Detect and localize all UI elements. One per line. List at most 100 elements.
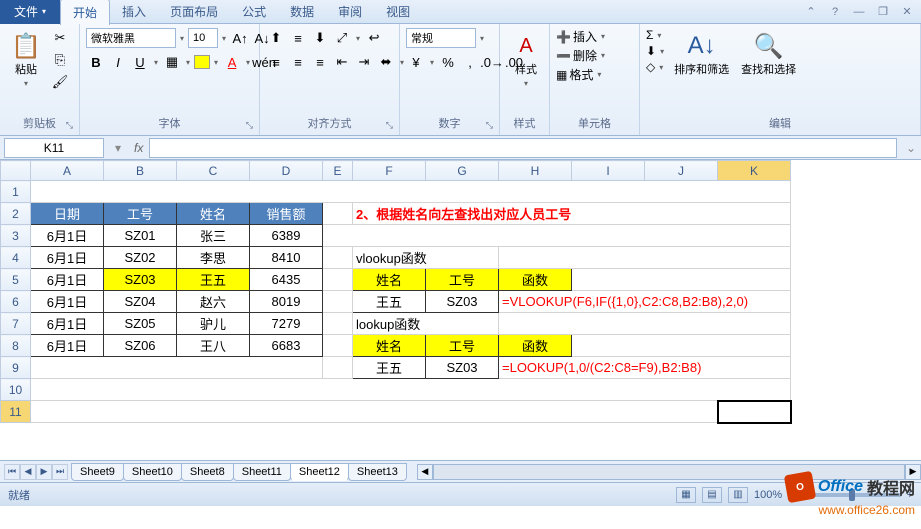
chevron-down-icon[interactable]: ▾	[212, 58, 220, 67]
find-select-button[interactable]: 🔍 查找和选择	[737, 28, 800, 79]
cell[interactable]: 6683	[250, 335, 323, 357]
select-all-button[interactable]	[1, 161, 31, 181]
dialog-launcher-icon[interactable]: ⤡	[386, 120, 393, 131]
dialog-launcher-icon[interactable]: ⤡	[66, 120, 73, 131]
chevron-down-icon[interactable]: ▾	[595, 70, 603, 79]
cell[interactable]: 6月1日	[31, 335, 104, 357]
cell[interactable]: 赵六	[177, 291, 250, 313]
vlookup-label[interactable]: vlookup函数	[353, 247, 499, 269]
row-header-2[interactable]: 2	[1, 203, 31, 225]
chevron-down-icon[interactable]: ▾	[657, 63, 665, 72]
dialog-launcher-icon[interactable]: ⤡	[246, 120, 253, 131]
cell[interactable]: SZ03	[104, 269, 177, 291]
page-layout-view-button[interactable]: ▤	[702, 487, 722, 503]
title-text[interactable]: 2、根据姓名向左查找出对应人员工号	[353, 203, 791, 225]
cell[interactable]: 李思	[177, 247, 250, 269]
cell[interactable]: 工号	[426, 335, 499, 357]
vlookup-formula[interactable]: =VLOOKUP(F6,IF({1,0},C2:C8,B2:B8),2,0)	[499, 291, 791, 313]
chevron-down-icon[interactable]: ▾	[428, 58, 436, 67]
name-box-dropdown[interactable]: ▾	[108, 141, 128, 155]
cell[interactable]: 工号	[104, 203, 177, 225]
lookup-label[interactable]: lookup函数	[353, 313, 499, 335]
italic-button[interactable]: I	[108, 52, 128, 72]
worksheet-grid[interactable]: A B C D E F G H I J K 1 2 日期 工号 姓名 销售额 2…	[0, 160, 921, 460]
fx-button[interactable]: fx	[128, 141, 149, 155]
cell[interactable]: SZ05	[104, 313, 177, 335]
cell[interactable]: 7279	[250, 313, 323, 335]
cell[interactable]: 8019	[250, 291, 323, 313]
cell[interactable]: SZ01	[104, 225, 177, 247]
minimize-icon[interactable]: —	[851, 4, 867, 20]
comma-button[interactable]: ,	[460, 52, 480, 72]
dialog-launcher-icon[interactable]: ⤡	[486, 120, 493, 131]
sheet-tab-active[interactable]: Sheet12	[290, 463, 349, 481]
align-top-button[interactable]: ⬆	[266, 28, 286, 48]
autosum-button[interactable]: Σ▾	[646, 28, 666, 42]
row-header-7[interactable]: 7	[1, 313, 31, 335]
zoom-level[interactable]: 100%	[754, 489, 782, 501]
chevron-down-icon[interactable]: ▾	[658, 47, 666, 56]
row-header-6[interactable]: 6	[1, 291, 31, 313]
tab-formulas[interactable]: 公式	[230, 0, 278, 24]
cell[interactable]: 王五	[177, 269, 250, 291]
chevron-down-icon[interactable]: ▾	[354, 34, 362, 43]
align-middle-button[interactable]: ≡	[288, 28, 308, 48]
row-header-1[interactable]: 1	[1, 181, 31, 203]
percent-button[interactable]: %	[438, 52, 458, 72]
paste-button[interactable]: 📋 粘贴 ▾	[6, 28, 46, 90]
chevron-down-icon[interactable]: ▾	[22, 79, 30, 88]
chevron-down-icon[interactable]: ▾	[152, 58, 160, 67]
tab-view[interactable]: 视图	[374, 0, 422, 24]
col-header-j[interactable]: J	[645, 161, 718, 181]
last-sheet-button[interactable]: ⏭	[52, 464, 68, 480]
format-cells-button[interactable]: ▦格式▾	[556, 66, 603, 83]
cell[interactable]: SZ03	[426, 291, 499, 313]
cell[interactable]: 张三	[177, 225, 250, 247]
cell[interactable]: 王五	[353, 291, 426, 313]
cell[interactable]: 姓名	[353, 269, 426, 291]
sheet-tab[interactable]: Sheet8	[181, 463, 234, 481]
format-painter-button[interactable]: 🖌	[50, 72, 70, 92]
cell[interactable]: 姓名	[177, 203, 250, 225]
row-header-10[interactable]: 10	[1, 379, 31, 401]
align-bottom-button[interactable]: ⬇	[310, 28, 330, 48]
cell[interactable]: 姓名	[353, 335, 426, 357]
delete-cells-button[interactable]: ➖删除▾	[556, 47, 607, 64]
row-header-9[interactable]: 9	[1, 357, 31, 379]
zoom-in-button[interactable]: +	[907, 489, 913, 501]
tab-insert[interactable]: 插入	[110, 0, 158, 24]
number-format-select[interactable]	[406, 28, 476, 48]
increase-font-button[interactable]: A↑	[230, 28, 250, 48]
cell[interactable]: 销售额	[250, 203, 323, 225]
cell[interactable]: 8410	[250, 247, 323, 269]
merge-button[interactable]: ⬌	[376, 52, 396, 72]
clear-button[interactable]: ◇▾	[646, 60, 666, 74]
font-size-select[interactable]	[188, 28, 218, 48]
sheet-tab[interactable]: Sheet13	[348, 463, 407, 481]
fill-color-button[interactable]	[194, 55, 210, 69]
tab-review[interactable]: 审阅	[326, 0, 374, 24]
zoom-out-button[interactable]: −	[788, 489, 794, 501]
font-name-select[interactable]	[86, 28, 176, 48]
sheet-tab[interactable]: Sheet9	[71, 463, 124, 481]
scroll-right-button[interactable]: ▶	[905, 464, 921, 480]
normal-view-button[interactable]: ▦	[676, 487, 696, 503]
col-header-k[interactable]: K	[718, 161, 791, 181]
row-header-3[interactable]: 3	[1, 225, 31, 247]
col-header-f[interactable]: F	[353, 161, 426, 181]
chevron-down-icon[interactable]: ▾	[599, 51, 607, 60]
underline-button[interactable]: U	[130, 52, 150, 72]
increase-indent-button[interactable]: ⇥	[354, 52, 374, 72]
font-color-button[interactable]: A	[222, 52, 242, 72]
align-left-button[interactable]: ≡	[266, 52, 286, 72]
chevron-down-icon[interactable]: ▾	[178, 34, 186, 43]
align-center-button[interactable]: ≡	[288, 52, 308, 72]
horizontal-scrollbar[interactable]: ◀ ▶	[417, 464, 921, 480]
border-button[interactable]: ▦	[162, 52, 182, 72]
fill-button[interactable]: ⬇▾	[646, 44, 666, 58]
lookup-formula[interactable]: =LOOKUP(1,0/(C2:C8=F9),B2:B8)	[499, 357, 791, 379]
currency-button[interactable]: ¥	[406, 52, 426, 72]
orientation-button[interactable]: ⤢	[332, 28, 352, 48]
tab-data[interactable]: 数据	[278, 0, 326, 24]
copy-button[interactable]: ⎘	[50, 50, 70, 70]
